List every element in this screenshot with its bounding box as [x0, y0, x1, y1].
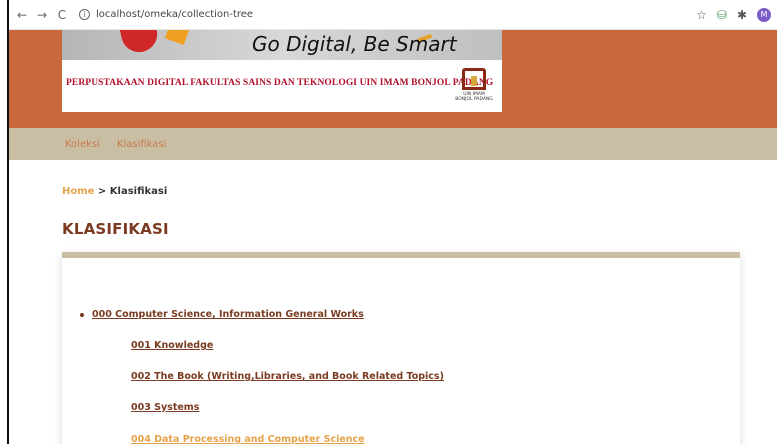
tree-child-link-004[interactable]: 004 Data Processing and Computer Science [131, 434, 365, 444]
bookmark-star-icon[interactable]: ☆ [696, 8, 707, 22]
nav-klasifikasi[interactable]: Klasifikasi [117, 139, 166, 150]
url-text[interactable]: localhost/omeka/collection-tree [96, 9, 253, 20]
tree-child-link-003[interactable]: 003 Systems [131, 402, 199, 413]
tree-child-item: 004 Data Processing and Computer Science [131, 434, 444, 444]
main-navigation: Koleksi Klasifikasi [9, 128, 777, 160]
browser-window: ← → C i localhost/omeka/collection-tree … [9, 0, 777, 444]
breadcrumb-home-link[interactable]: Home [62, 186, 94, 197]
bullet-icon [80, 312, 84, 317]
forward-icon[interactable]: → [35, 8, 49, 22]
classification-panel: 000 Computer Science, Information Genera… [62, 252, 740, 444]
banner-body: PERPUSTAKAAN DIGITAL FAKULTAS SAINS DAN … [62, 60, 502, 112]
reload-icon[interactable]: C [55, 8, 69, 22]
breadcrumb-separator: > [94, 186, 110, 197]
site-banner[interactable]: Go Digital, Be Smart PERPUSTAKAAN DIGITA… [62, 30, 502, 112]
tree-child-item: 001 Knowledge [131, 340, 444, 351]
site-info-icon[interactable]: i [79, 9, 90, 20]
tree-child-link-002[interactable]: 002 The Book (Writing,Libraries, and Boo… [131, 371, 444, 382]
profile-avatar[interactable]: M [757, 7, 771, 22]
library-name: PERPUSTAKAAN DIGITAL FAKULTAS SAINS DAN … [66, 78, 494, 88]
toolbar-actions: ☆ ⛁ ✱ M [696, 7, 771, 22]
tree-child-link-001[interactable]: 001 Knowledge [131, 340, 213, 351]
banner-graphic: Go Digital, Be Smart [62, 30, 502, 60]
tree-root-item: 000 Computer Science, Information Genera… [80, 309, 444, 320]
page-title: KLASIFIKASI [62, 220, 169, 238]
logo-emblem-icon [462, 68, 486, 90]
breadcrumb: Home > Klasifikasi [62, 186, 777, 197]
tree-child-item: 003 Systems [131, 402, 444, 413]
logo-caption: UIN IMAM BONJOL PADANG [455, 92, 493, 102]
breadcrumb-current: Klasifikasi [109, 186, 168, 197]
nav-koleksi[interactable]: Koleksi [65, 139, 100, 150]
site-header: Go Digital, Be Smart PERPUSTAKAAN DIGITA… [9, 30, 777, 128]
address-bar[interactable]: i localhost/omeka/collection-tree [79, 9, 253, 20]
browser-toolbar: ← → C i localhost/omeka/collection-tree … [9, 0, 777, 30]
window-edge [0, 0, 9, 444]
collection-tree: 000 Computer Science, Information Genera… [80, 309, 444, 444]
banner-tagline: Go Digital, Be Smart [252, 32, 457, 56]
back-icon[interactable]: ← [15, 8, 29, 22]
main-content: Home > Klasifikasi KLASIFIKASI [9, 186, 777, 238]
tree-root-link[interactable]: 000 Computer Science, Information Genera… [92, 309, 364, 320]
tree-child-item: 002 The Book (Writing,Libraries, and Boo… [131, 371, 444, 382]
extension-icon[interactable]: ⛁ [717, 8, 727, 22]
star-graphic [164, 30, 190, 45]
puzzle-extensions-icon[interactable]: ✱ [737, 8, 747, 22]
heart-graphic [119, 30, 161, 56]
university-logo: UIN IMAM BONJOL PADANG [454, 68, 494, 108]
